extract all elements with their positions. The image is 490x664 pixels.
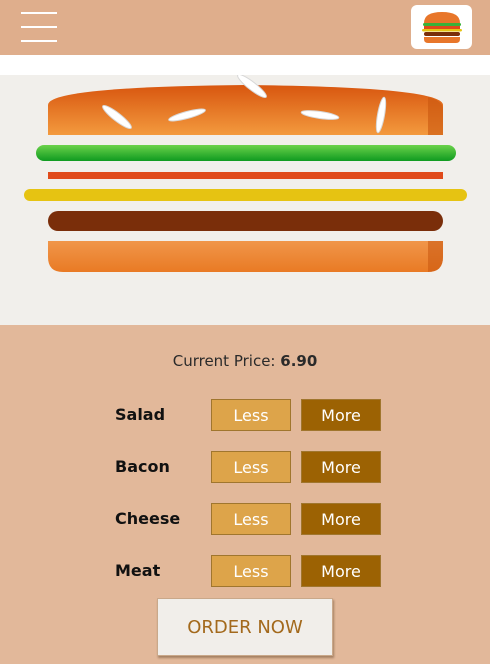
hamburger-menu-icon[interactable] [21, 12, 57, 42]
salad-more-button[interactable]: More [301, 399, 381, 431]
ingredient-label-salad: Salad [115, 405, 166, 424]
ingredient-label-cheese: Cheese [115, 509, 181, 528]
salad-layer [36, 145, 456, 161]
burger-preview [0, 75, 490, 325]
salad-less-button[interactable]: Less [211, 399, 291, 431]
current-price: Current Price: 6.90 [0, 352, 490, 370]
bacon-less-button[interactable]: Less [211, 451, 291, 483]
meat-layer [48, 211, 443, 231]
burger-logo-icon[interactable] [411, 5, 472, 49]
bacon-layer [48, 172, 443, 179]
cheese-layer [24, 189, 467, 201]
cheese-less-button[interactable]: Less [211, 503, 291, 535]
cheese-more-button[interactable]: More [301, 503, 381, 535]
order-now-button[interactable]: ORDER NOW [157, 598, 333, 656]
bacon-more-button[interactable]: More [301, 451, 381, 483]
ingredient-label-bacon: Bacon [115, 457, 170, 476]
bottom-bun [48, 241, 443, 272]
price-label: Current Price: [172, 352, 276, 370]
meat-more-button[interactable]: More [301, 555, 381, 587]
header-divider [0, 55, 490, 75]
meat-less-button[interactable]: Less [211, 555, 291, 587]
price-value: 6.90 [280, 352, 318, 370]
top-bun [48, 75, 443, 135]
top-bar [0, 0, 490, 55]
ingredient-label-meat: Meat [115, 561, 161, 580]
